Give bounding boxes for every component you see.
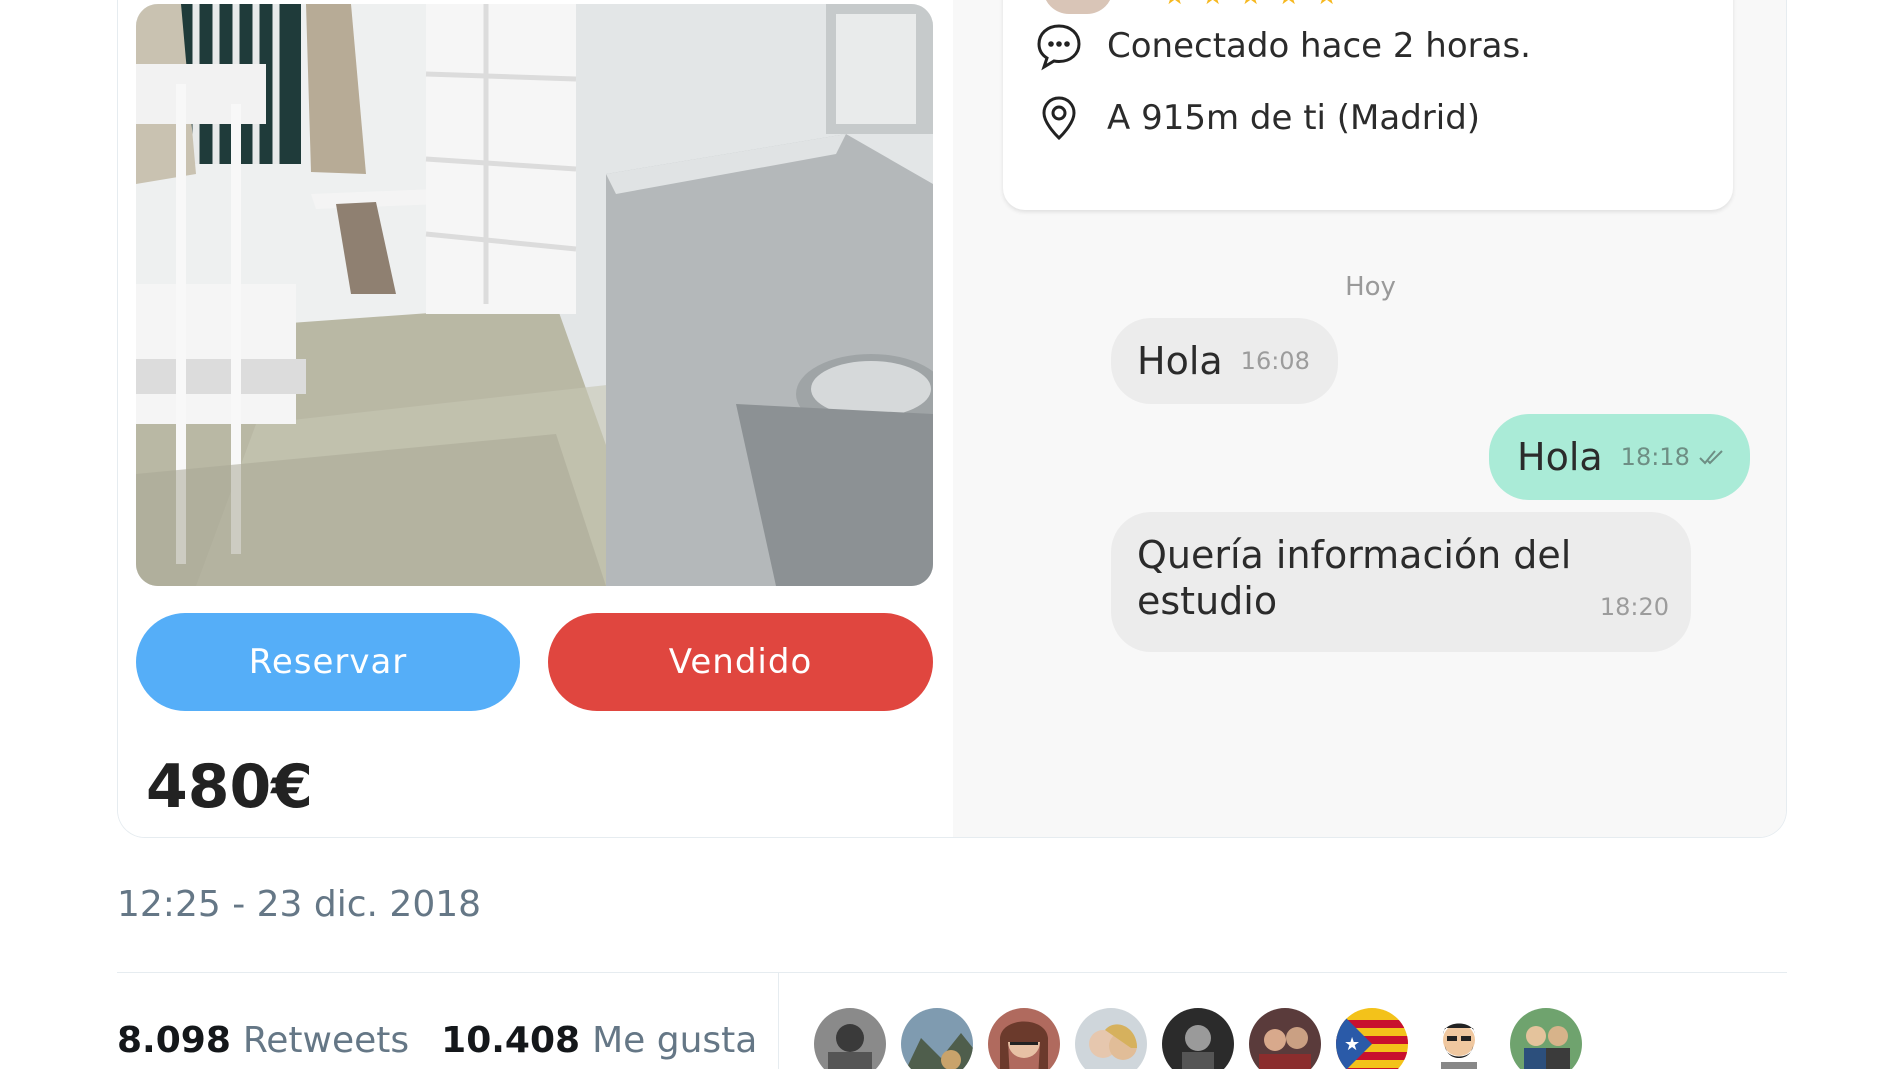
message-incoming[interactable]: Quería información del estudio 18:20 [1111,512,1691,652]
online-status: Conectado hace 2 horas. [1033,20,1531,72]
star-icon: ★ [1163,0,1187,8]
seller-profile-card[interactable]: ★ ★ ★ ★ ★ Conectado hace 2 horas. [1003,0,1733,210]
liker-avatar[interactable]: ★ [1336,1008,1408,1069]
star-icon: ★ [1201,0,1225,8]
retweets-link[interactable]: 8.098 Retweets [117,1020,409,1061]
listing-panel: Reservar Vendido 480€ [118,0,953,837]
listing-price: 480€ [146,752,313,822]
location-pin-icon [1033,92,1085,144]
message-text: Hola [1517,435,1603,479]
liker-avatar[interactable] [1249,1008,1321,1069]
retweets-count: 8.098 [117,1020,231,1061]
liker-avatar[interactable] [814,1008,886,1069]
message-text: Quería información del estudio [1137,533,1572,623]
message-outgoing[interactable]: Hola 18:18 [1489,414,1750,500]
retweets-label: Retweets [242,1020,410,1061]
sold-button[interactable]: Vendido [548,613,933,711]
message-incoming[interactable]: Hola 16:08 [1111,318,1338,404]
likers-avatar-list: ★ [814,1008,1582,1069]
rating-stars: ★ ★ ★ ★ ★ [1163,0,1339,8]
likes-link[interactable]: 10.408 Me gusta [441,1020,757,1061]
chat-day-separator: Hoy [1345,272,1396,302]
reserve-button[interactable]: Reservar [136,613,520,711]
star-icon: ★ [1315,0,1339,8]
liker-avatar[interactable] [901,1008,973,1069]
distance-text: A 915m de ti (Madrid) [1107,98,1481,138]
tweet-stats: 8.098 Retweets 10.408 Me gusta [117,1020,757,1061]
star-icon: ★ [1277,0,1301,8]
svg-text:★: ★ [1344,1034,1360,1055]
tweet-timestamp[interactable]: 12:25 - 23 dic. 2018 [117,884,481,925]
likes-label: Me gusta [592,1020,758,1061]
likes-count: 10.408 [441,1020,581,1061]
liker-avatar[interactable] [1510,1008,1582,1069]
seller-avatar[interactable] [1043,0,1113,14]
liker-avatar[interactable] [988,1008,1060,1069]
listing-photo[interactable] [136,4,933,586]
message-time: 16:08 [1240,347,1310,375]
divider [117,972,1787,973]
star-icon: ★ [1239,0,1263,8]
tweet-media-screenshot: Reservar Vendido 480€ ★ ★ ★ ★ ★ [0,0,1899,1069]
cell-room-image [136,4,933,586]
online-status-text: Conectado hace 2 horas. [1107,26,1531,66]
message-time: 18:18 [1620,443,1690,471]
chat-bubble-icon [1033,20,1085,72]
liker-avatar[interactable] [1423,1008,1495,1069]
distance-info: A 915m de ti (Madrid) [1033,92,1480,144]
message-text: Hola [1137,339,1223,383]
divider [778,973,779,1069]
message-time: 18:20 [1599,593,1669,621]
liker-avatar[interactable] [1075,1008,1147,1069]
read-receipt-icon [1698,449,1726,465]
liker-avatar[interactable] [1162,1008,1234,1069]
